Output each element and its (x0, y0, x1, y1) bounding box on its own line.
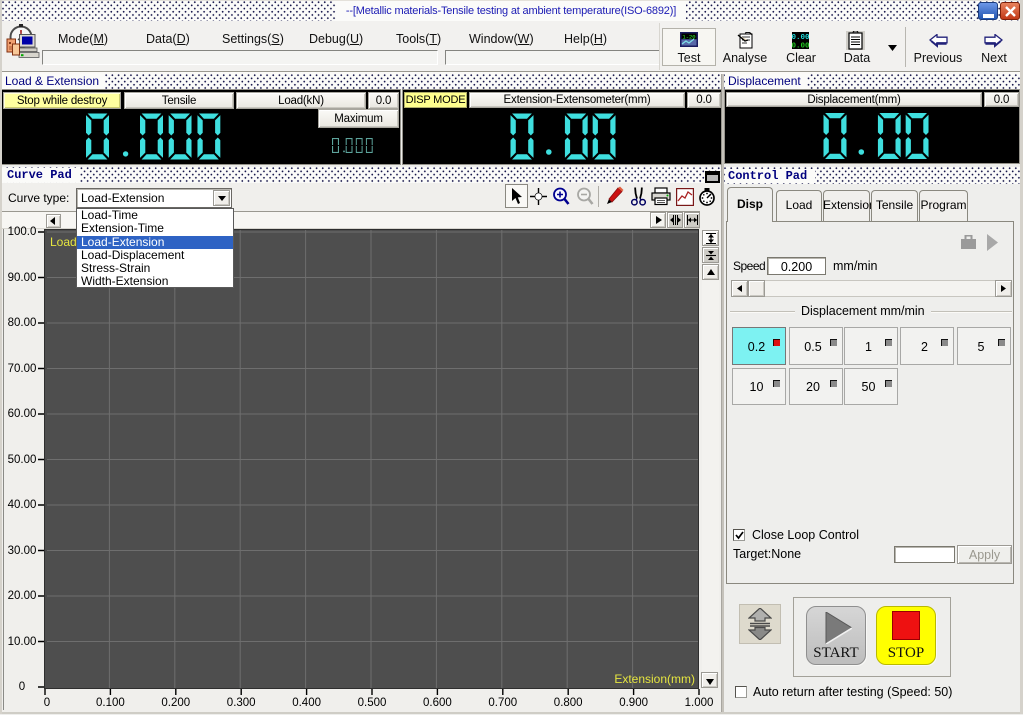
svg-text:0.00: 0.00 (792, 42, 809, 49)
svg-text:0.00: 0.00 (792, 34, 809, 42)
